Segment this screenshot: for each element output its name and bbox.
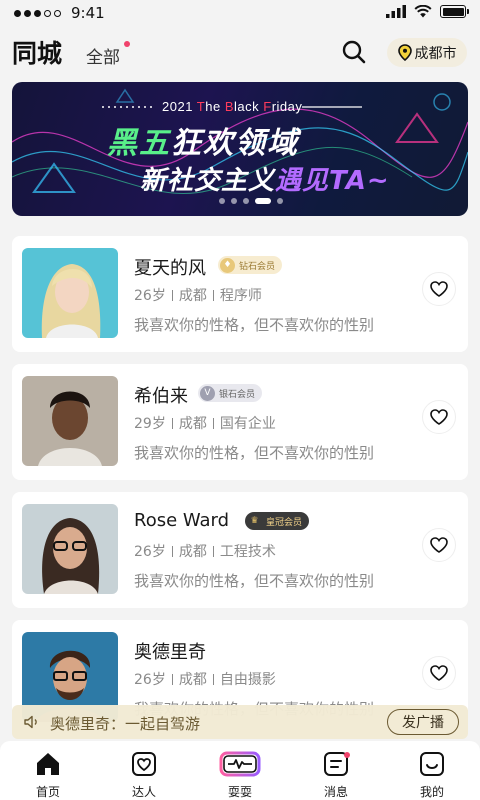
- user-card[interactable]: 夏天的风 ♦ 钻石会员 26岁 成都 程序师 我喜欢你的性格，但不喜欢你的性别: [12, 236, 468, 352]
- user-card[interactable]: Rose Ward ♛ 皇冠会员 26岁 成都 工程技术 我喜欢你的性格，但不喜欢你…: [12, 492, 468, 608]
- bottom-tab-bar: 首页 达人 耍耍 消息 我的: [0, 741, 480, 800]
- user-bio: 我喜欢你的性格，但不喜欢你的性别: [134, 316, 375, 334]
- signal-strength-icon: [14, 9, 61, 17]
- tab-home[interactable]: 首页: [8, 749, 88, 799]
- speaker-icon: [24, 715, 37, 729]
- page-title: 同城: [12, 39, 63, 68]
- tab-profile[interactable]: 我的: [392, 749, 472, 799]
- tab-label: 耍耍: [227, 785, 252, 799]
- member-badge: ♛ 皇冠会员: [245, 512, 310, 530]
- user-name: 希伯来: [134, 386, 188, 407]
- user-bio: 我喜欢你的性格，但不喜欢你的性别: [134, 572, 375, 590]
- avatar: [22, 248, 118, 338]
- heart-square-icon: [132, 752, 156, 776]
- pulse-icon: [219, 751, 261, 777]
- banner-subtitle: 2021 The Black Friday: [162, 99, 303, 114]
- banner-pagination: [219, 198, 283, 204]
- heart-icon: [430, 281, 448, 297]
- user-meta: 26岁 成都 自由摄影: [134, 672, 276, 688]
- heart-icon: [430, 665, 448, 681]
- diamond-icon: ♦: [220, 257, 235, 273]
- banner-tagline: 新社交主义遇见TA~: [140, 166, 390, 196]
- user-bio: 我喜欢你的性格，但不喜欢你的性别: [134, 444, 375, 462]
- like-button[interactable]: [422, 528, 456, 562]
- send-broadcast-button[interactable]: 发广播: [387, 709, 459, 735]
- wifi-icon: [414, 5, 432, 18]
- like-button[interactable]: [422, 656, 456, 690]
- member-badge: V 银石会员: [198, 384, 263, 402]
- like-button[interactable]: [422, 272, 456, 306]
- v-badge-icon: V: [200, 385, 215, 401]
- city-selector[interactable]: 成都市: [387, 38, 467, 67]
- status-bar: 9:41: [0, 0, 480, 26]
- member-badge: ♦ 钻石会员: [218, 256, 283, 274]
- user-meta: 29岁 成都 国有企业: [134, 416, 276, 432]
- user-meta: 26岁 成都 程序师: [134, 288, 262, 304]
- tab-label: 达人: [131, 785, 156, 799]
- search-icon: [342, 40, 366, 64]
- avatar: [22, 376, 118, 466]
- cellular-icon: [386, 5, 406, 18]
- home-icon: [37, 753, 59, 775]
- battery-icon: [440, 5, 469, 18]
- heart-icon: [430, 537, 448, 553]
- tab-all[interactable]: 全部: [86, 43, 120, 68]
- user-name: Rose Ward: [134, 510, 230, 531]
- status-time: 9:41: [71, 4, 105, 22]
- tab-messages[interactable]: 消息: [296, 749, 376, 799]
- broadcast-bar[interactable]: 奥德里奇：一起自驾游 发广播: [12, 705, 468, 739]
- avatar: [22, 504, 118, 594]
- like-button[interactable]: [422, 400, 456, 434]
- unread-dot: [344, 752, 350, 758]
- broadcast-text: 奥德里奇：一起自驾游: [50, 715, 201, 733]
- crown-icon: ♛: [250, 516, 259, 526]
- tab-label: 首页: [35, 785, 60, 799]
- notification-dot: [124, 41, 130, 47]
- tab-label: 我的: [419, 785, 444, 799]
- user-card[interactable]: 希伯来 V 银石会员 29岁 成都 国有企业 我喜欢你的性格，但不喜欢你的性别: [12, 364, 468, 480]
- user-name: 奥德里奇: [134, 642, 206, 663]
- tab-play[interactable]: 耍耍: [200, 749, 280, 799]
- promo-banner[interactable]: 2021 The Black Friday 黑五狂欢领域 新社交主义遇见TA~: [12, 82, 468, 216]
- banner-headline: 黑五狂欢领域: [107, 126, 299, 161]
- tab-experts[interactable]: 达人: [104, 749, 184, 799]
- user-name: 夏天的风: [134, 258, 206, 279]
- heart-icon: [430, 409, 448, 425]
- tab-label: 消息: [323, 785, 348, 799]
- smile-icon: [420, 752, 444, 776]
- location-pin-icon: [397, 44, 412, 61]
- user-meta: 26岁 成都 工程技术: [134, 544, 276, 560]
- search-button[interactable]: [340, 38, 368, 66]
- top-header: 同城 全部 成都市: [0, 30, 480, 74]
- city-label: 成都市: [414, 45, 457, 62]
